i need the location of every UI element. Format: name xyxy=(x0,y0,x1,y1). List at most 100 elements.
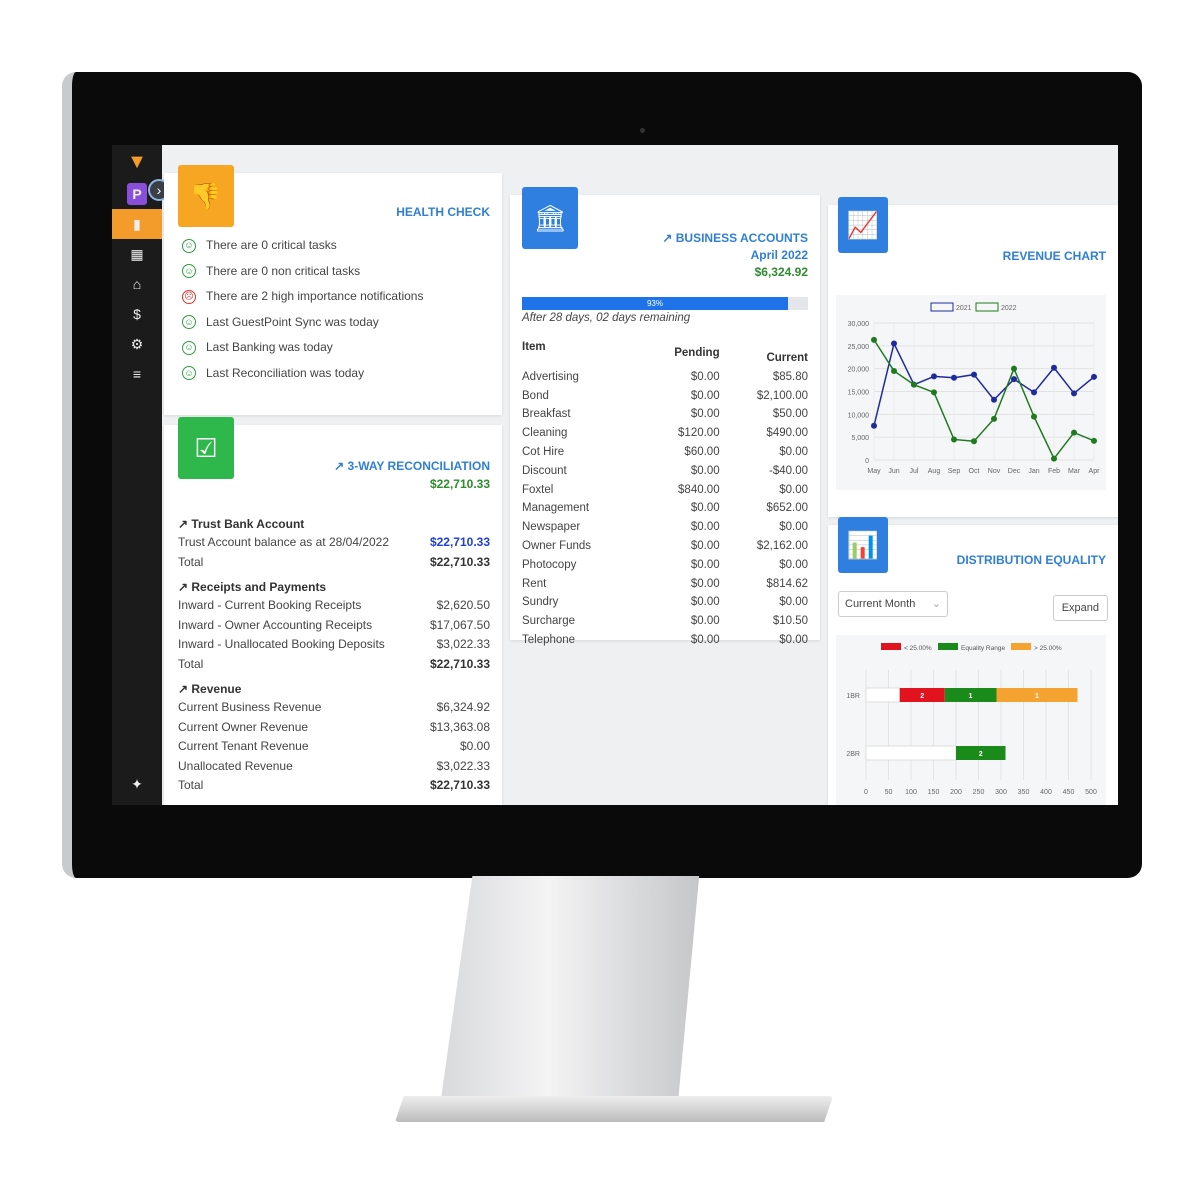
smiley-icon: ☺ xyxy=(182,315,196,330)
table-cell: Newspaper xyxy=(522,521,581,534)
legend-swatch xyxy=(881,643,901,650)
x-tick-label: Mar xyxy=(1068,468,1081,475)
table-cell: $0.00 xyxy=(779,445,808,458)
y-tick-label: 10,000 xyxy=(848,412,870,419)
row-label: Inward - Owner Accounting Receipts xyxy=(178,617,373,632)
data-point[interactable] xyxy=(1031,389,1037,396)
data-point[interactable] xyxy=(891,367,897,374)
distribution-title[interactable]: DISTRIBUTION EQUALITY xyxy=(957,553,1106,567)
x-tick-label: 300 xyxy=(995,789,1007,796)
health-check-title[interactable]: HEALTH CHECK xyxy=(396,205,490,219)
legend-label: < 25.00% xyxy=(904,645,932,652)
column-header-pending: Pending xyxy=(674,347,720,359)
x-tick-label: 100 xyxy=(905,789,917,796)
y-tick-label: 1BR xyxy=(846,693,860,700)
x-tick-label: 500 xyxy=(1085,789,1097,796)
data-point[interactable] xyxy=(911,381,917,388)
data-point[interactable] xyxy=(951,436,957,443)
y-tick-label: 5,000 xyxy=(851,435,869,442)
table-cell: Breakfast xyxy=(522,408,571,421)
data-point[interactable] xyxy=(891,340,897,347)
bar-segment[interactable] xyxy=(865,687,901,703)
data-point[interactable] xyxy=(1051,364,1057,371)
data-point[interactable] xyxy=(1071,390,1077,397)
health-check-item: ☹ There are 2 high importance notificatio… xyxy=(182,284,423,310)
data-point[interactable] xyxy=(991,396,997,403)
reconciliation-title[interactable]: ↗ 3-WAY RECONCILIATION xyxy=(334,459,490,473)
data-point[interactable] xyxy=(931,373,937,380)
table-cell: $0.00 xyxy=(690,558,720,571)
data-point[interactable] xyxy=(971,371,977,378)
smiley-icon: ☺ xyxy=(182,264,196,279)
series-line-2022 xyxy=(873,339,1095,461)
x-tick-label: Jun xyxy=(888,468,899,475)
table-row: Telephone $0.00 $0.00 xyxy=(522,631,808,650)
bar-data-label: 2 xyxy=(920,693,924,700)
period-select-value: Current Month xyxy=(845,598,916,610)
data-point[interactable] xyxy=(871,336,877,343)
data-point[interactable] xyxy=(1031,413,1037,420)
legend-label: > 25.00% xyxy=(1034,645,1062,652)
data-point[interactable] xyxy=(991,415,997,422)
health-check-text: Last Banking was today xyxy=(206,340,333,354)
reconciliation-row: Total $22,710.33 xyxy=(178,553,490,573)
calendar-icon[interactable]: ▦ xyxy=(112,239,162,269)
health-check-text: Last Reconciliation was today xyxy=(206,365,365,380)
period-select[interactable]: Current Month ⌄ xyxy=(838,591,948,617)
bar-chart-icon: 📊 xyxy=(838,517,888,573)
table-cell: Surcharge xyxy=(522,615,576,628)
data-point[interactable] xyxy=(1011,376,1017,383)
business-accounts-title[interactable]: ↗ BUSINESS ACCOUNTS xyxy=(662,231,808,245)
revenue-chart-title[interactable]: REVENUE CHART xyxy=(1003,249,1106,263)
data-point[interactable] xyxy=(1051,455,1057,462)
row-label: Total xyxy=(178,554,204,569)
home-icon[interactable]: ⌂ xyxy=(112,269,162,299)
dashboard-screen: ▼ P ▮ ▦ ⌂ $ ⚙ ≡ ✦ › 👎 HEALTH CHECK ☺ Ther… xyxy=(112,145,1118,805)
table-row: Newspaper $0.00 $0.00 xyxy=(522,518,808,537)
data-point[interactable] xyxy=(971,438,977,445)
table-cell: $0.00 xyxy=(779,558,808,571)
row-label: Inward - Unallocated Booking Deposits xyxy=(178,637,385,651)
reconciliation-row: Trust Account balance as at 28/04/2022 $2… xyxy=(178,533,490,553)
data-point[interactable] xyxy=(951,374,957,381)
section-heading-text: Trust Bank Account xyxy=(191,517,305,531)
table-cell: Telephone xyxy=(522,633,576,646)
x-tick-label: 400 xyxy=(1040,789,1052,796)
table-cell: Advertising xyxy=(522,370,579,383)
document-icon[interactable]: ≡ xyxy=(112,359,162,389)
table-row: Sundry $0.00 $0.00 xyxy=(522,593,808,612)
sparkle-icon[interactable]: ✦ xyxy=(112,769,162,799)
x-tick-label: Sep xyxy=(948,468,961,475)
section-heading-trust[interactable]: ↗ Trust Bank Account xyxy=(178,515,490,533)
section-heading-revenue[interactable]: ↗ Revenue xyxy=(178,680,490,698)
row-label: Unallocated Revenue xyxy=(178,758,293,773)
table-cell: Sundry xyxy=(522,596,559,609)
row-value: $6,324.92 xyxy=(436,700,490,714)
data-point[interactable] xyxy=(931,389,937,396)
section-heading-receipts[interactable]: ↗ Receipts and Payments xyxy=(178,578,490,596)
reconciliation-row: Total $22,710.33 xyxy=(178,655,490,675)
data-point[interactable] xyxy=(871,422,877,429)
health-check-item: ☺ Last GuestPoint Sync was today xyxy=(182,310,423,336)
table-row: Owner Funds $0.00 $2,162.00 xyxy=(522,537,808,556)
data-point[interactable] xyxy=(1091,373,1097,380)
bar-segment[interactable] xyxy=(865,745,957,761)
data-point[interactable] xyxy=(1071,429,1077,436)
x-tick-label: 450 xyxy=(1063,789,1075,796)
expand-button[interactable]: Expand xyxy=(1052,595,1108,621)
logo-triangle-icon: ▼ xyxy=(127,150,147,173)
table-row: Management $0.00 $652.00 xyxy=(522,499,808,518)
data-point[interactable] xyxy=(1011,365,1017,372)
table-cell: $50.00 xyxy=(772,408,808,421)
row-label: Inward - Current Booking Receipts xyxy=(178,598,362,612)
dollar-icon[interactable]: $ xyxy=(112,299,162,329)
row-value: $3,022.33 xyxy=(436,637,490,651)
row-value: $22,710.33 xyxy=(429,656,490,671)
user-settings-icon[interactable]: ⚙ xyxy=(112,329,162,359)
row-value: $22,710.33 xyxy=(429,778,490,792)
data-point[interactable] xyxy=(1091,437,1097,444)
smiley-icon: ☺ xyxy=(182,366,196,381)
table-row: Advertising $0.00 $85.80 xyxy=(522,368,808,387)
bar-chart-icon[interactable]: ▮ xyxy=(112,209,162,239)
x-tick-label: 50 xyxy=(885,789,893,796)
